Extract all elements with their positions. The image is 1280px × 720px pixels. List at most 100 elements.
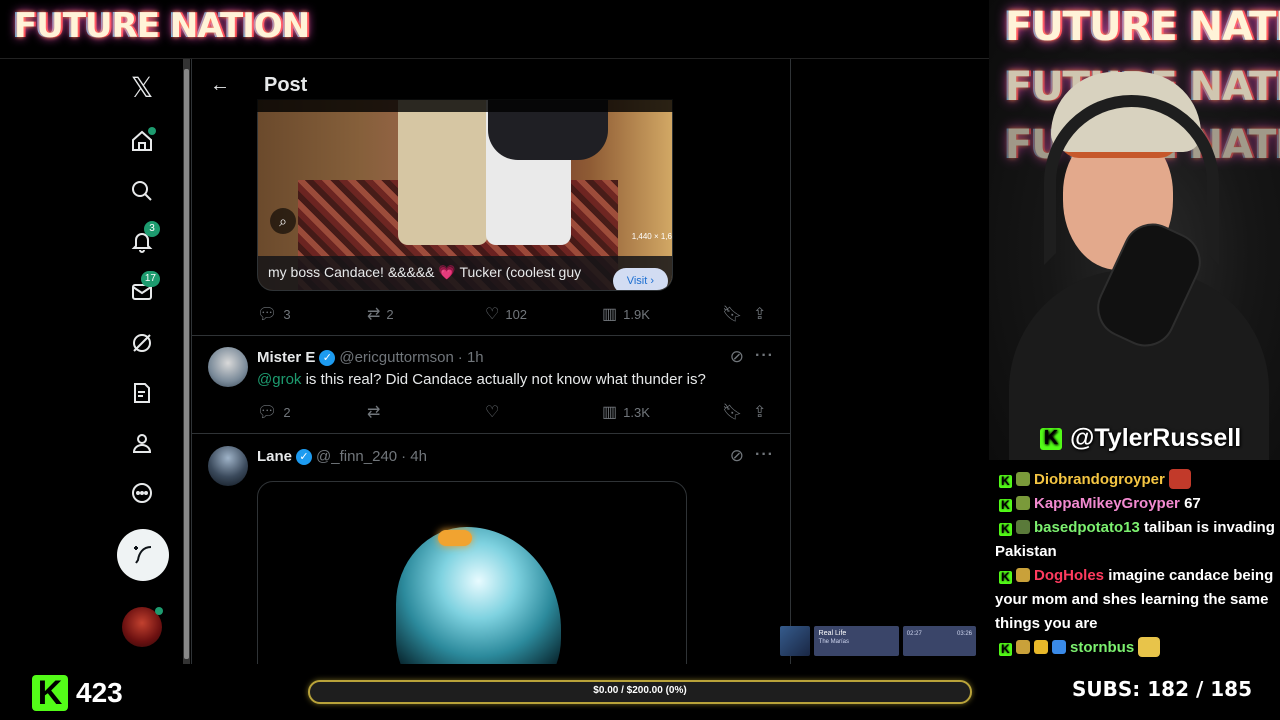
heart-icon: ♡	[485, 306, 500, 323]
bookmark-icon: 🔖︎	[722, 404, 743, 421]
x-logo-icon[interactable]: 𝕏	[120, 65, 164, 109]
chat-message: Kstornbus	[995, 636, 1277, 660]
image-resolution: 1,440 × 1,6	[631, 232, 672, 241]
profile-icon[interactable]	[120, 421, 164, 465]
left-scrollbar[interactable]	[183, 59, 190, 664]
views-chart-icon: ▥	[602, 306, 618, 323]
reply-count: 3	[283, 306, 291, 322]
views-chart-icon: ▥	[602, 404, 618, 421]
reply-button[interactable]: 💬︎ 3	[257, 304, 367, 324]
post-video[interactable]	[257, 481, 687, 664]
subscriber-badge-icon	[1016, 640, 1030, 654]
mention-link[interactable]: @grok	[257, 371, 301, 388]
more-options-icon[interactable]	[120, 471, 164, 515]
kick-badge-icon: K	[999, 499, 1012, 512]
streamer-handle: K @TylerRussell	[1040, 424, 1241, 453]
views-button[interactable]: ▥ 1.9K	[602, 304, 722, 324]
emote-icon	[1169, 469, 1192, 489]
feather-icon	[134, 546, 152, 564]
chat-overlay: K Diobrandogroyper K KappaMikeyGroyper 67 …	[995, 468, 1277, 660]
person-legs-graphic	[398, 100, 488, 245]
user-handle[interactable]: @ericguttormson	[339, 349, 453, 366]
image-search-icon[interactable]: ⌕	[270, 208, 296, 234]
display-name[interactable]: Lane	[257, 448, 292, 465]
account-avatar[interactable]	[122, 607, 163, 647]
emote-icon	[1138, 637, 1161, 657]
more-icon[interactable]: ···	[755, 446, 774, 464]
track-time: 02:27 03:26	[902, 626, 976, 656]
reply-actions: 💬︎ 2 ⇄ ♡ ▥ 1.3K 🔖︎ ⇪	[257, 402, 777, 422]
like-button[interactable]: ♡	[485, 402, 602, 422]
post-header: ← Post	[192, 59, 790, 112]
share-button[interactable]: ⇪	[753, 402, 766, 422]
notifications-badge: 3	[144, 221, 160, 237]
kick-badge-icon: K	[999, 475, 1012, 488]
reply-icon: 💬︎	[257, 404, 278, 421]
grok-icon[interactable]	[120, 321, 164, 365]
bookmark-button[interactable]: 🔖︎	[722, 304, 753, 324]
verified-badge-icon: ✓	[319, 349, 336, 366]
messages-mail-icon[interactable]: 17	[120, 269, 164, 313]
scrollbar-thumb[interactable]	[184, 69, 189, 659]
compose-post-button[interactable]	[117, 529, 169, 581]
home-icon[interactable]	[120, 119, 164, 163]
tweet-header: Mister E ✓ @ericguttormson · 1h	[257, 349, 484, 366]
display-name[interactable]: Mister E	[257, 349, 315, 366]
share-button[interactable]: ⇪	[753, 304, 766, 324]
grok-icon[interactable]: ⊘	[730, 347, 744, 367]
xray-skull-graphic	[396, 527, 561, 664]
chat-username[interactable]: basedpotato13	[1034, 519, 1140, 536]
post-image[interactable]: ⌕ 1,440 × 1,6 my boss Candace! &&&&& 💗 T…	[257, 99, 673, 291]
track-total: 03:26	[956, 631, 972, 637]
more-icon[interactable]: ···	[755, 347, 774, 365]
lists-icon[interactable]	[120, 371, 164, 415]
album-art	[780, 626, 810, 656]
kick-logo-icon: K	[32, 674, 68, 712]
subscriber-badge-icon	[1016, 472, 1030, 486]
bookmark-button[interactable]: 🔖︎	[722, 402, 753, 422]
timestamp[interactable]: · 1h	[458, 349, 484, 366]
webcam-feed: FUTURE NATION FUTURE NATION FUTURE NATIO…	[989, 0, 1280, 460]
chat-message: K DogHoles imagine candace being your mom…	[995, 564, 1277, 636]
sidebar-nav: 𝕏 3 17	[100, 59, 185, 664]
crown-badge-icon	[1034, 640, 1048, 654]
subs-goal: SUBS: 182 / 185	[1072, 677, 1252, 701]
verified-badge-icon: ✓	[296, 448, 313, 465]
messages-badge: 17	[140, 271, 160, 287]
sword-badge-icon	[1052, 640, 1066, 654]
tweet-header: Lane ✓ @_finn_240 · 4h	[257, 448, 427, 465]
reply-icon: 💬︎	[257, 306, 278, 323]
timestamp[interactable]: · 4h	[401, 448, 427, 465]
user-handle[interactable]: @_finn_240	[316, 448, 397, 465]
subscriber-badge-icon	[1016, 496, 1030, 510]
notifications-bell-icon[interactable]: 3	[120, 219, 164, 263]
search-icon[interactable]	[120, 169, 164, 213]
kick-badge-icon: K	[999, 523, 1012, 536]
repost-count: 2	[386, 306, 394, 322]
views-button[interactable]: ▥ 1.3K	[602, 402, 722, 422]
grok-icon[interactable]: ⊘	[730, 446, 744, 466]
like-button[interactable]: ♡ 102	[485, 304, 602, 324]
chat-username[interactable]: Diobrandogroyper	[1034, 471, 1165, 488]
reply-count: 2	[283, 404, 291, 420]
avatar[interactable]	[208, 446, 248, 486]
repost-icon: ⇄	[367, 306, 381, 323]
repost-button[interactable]: ⇄ 2	[367, 304, 485, 324]
heart-icon: ♡	[485, 404, 500, 421]
reply-button[interactable]: 💬︎ 2	[257, 402, 367, 422]
chat-username[interactable]: stornbus	[1070, 639, 1134, 656]
avatar[interactable]	[208, 347, 248, 387]
home-notification-dot	[148, 127, 156, 135]
chat-username[interactable]: KappaMikeyGroyper	[1034, 495, 1180, 512]
handle-text: @TylerRussell	[1070, 424, 1242, 452]
repost-button[interactable]: ⇄	[367, 402, 485, 422]
caption-text: my boss Candace! &&&&& 💗 Tucker (coolest…	[268, 264, 582, 280]
kick-follower-count: K 423	[32, 674, 123, 712]
subs-value: 182 / 185	[1147, 677, 1252, 701]
visit-button[interactable]: Visit ›	[612, 268, 668, 290]
divider	[192, 433, 790, 434]
chat-message: K Diobrandogroyper	[995, 468, 1277, 492]
now-playing-widget: Real Life The Marías 02:27 03:26	[780, 626, 976, 658]
chat-username[interactable]: DogHoles	[1034, 567, 1104, 584]
back-arrow-icon[interactable]: ←	[192, 74, 248, 97]
